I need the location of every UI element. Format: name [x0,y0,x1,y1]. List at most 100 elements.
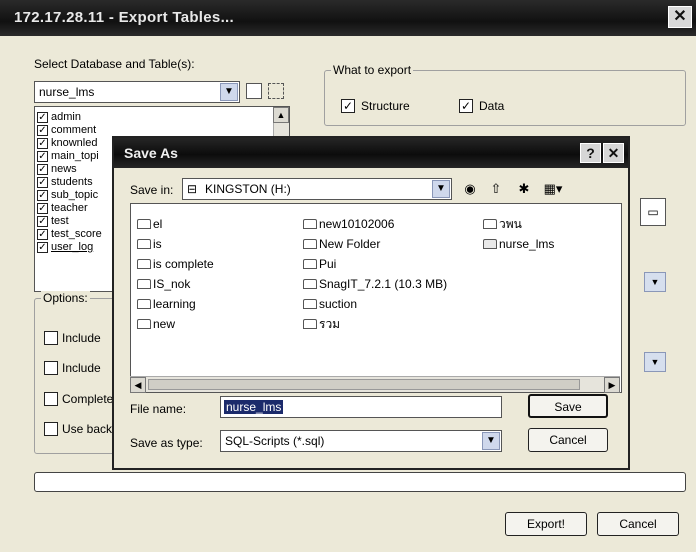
checkbox-checked-icon[interactable]: ✓ [37,215,48,227]
folder-icon [137,259,151,269]
list-item[interactable]: is complete [137,256,214,272]
checkbox-checked-icon[interactable]: ✓ [37,228,48,240]
option-label: Complete [62,392,114,406]
export-progress-bar [34,472,686,492]
cancel-button[interactable]: Cancel [597,512,679,536]
chevron-down-icon[interactable]: ▼ [220,83,238,101]
chevron-down-icon[interactable]: ▼ [432,180,450,198]
table-item[interactable]: ✓ user_log [37,241,93,254]
what-to-export-group: What to export ✓ Structure ✓ Data [324,63,686,126]
checkbox-checked-icon[interactable]: ✓ [37,241,48,253]
table-item[interactable]: ✓ sub_topic [37,189,98,202]
folder-icon [137,299,151,309]
table-item[interactable]: ✓ news [37,163,77,176]
browse-folder-icon[interactable]: ▭ [640,198,666,226]
checkbox-checked-icon[interactable]: ✓ [37,163,48,175]
save-as-dialog: Save As ? ✕ Save in: ⊟ KINGSTON (H:) ▼ ◉… [112,136,630,470]
option-checkbox[interactable] [44,392,58,406]
list-item[interactable]: New Folder [303,236,380,252]
save-button[interactable]: Save [528,394,608,418]
table-item[interactable]: ✓ comment [37,124,96,137]
table-item[interactable]: ✓ knownled [37,137,97,150]
option-checkbox[interactable] [44,422,58,436]
folder-icon [303,299,317,309]
list-item[interactable]: el [137,216,162,232]
save-in-select[interactable]: ⊟ KINGSTON (H:) ▼ [182,178,452,200]
file-name-label: File name: [130,402,187,416]
checkbox-checked-icon[interactable]: ✓ [37,176,48,188]
list-item[interactable]: รวม [303,316,340,332]
drive-icon: ⊟ [187,182,198,196]
view-menu-icon[interactable]: ▦▾ [538,179,568,199]
dialog-cancel-button[interactable]: Cancel [528,428,608,452]
list-item[interactable]: IS_nok [137,276,190,292]
window-close-button[interactable]: ✕ [668,6,692,28]
table-item[interactable]: ✓ teacher [37,202,88,215]
table-item[interactable]: ✓ students [37,176,93,189]
scroll-right-icon[interactable]: ▶ [604,377,620,393]
folder-icon [303,259,317,269]
folder-icon [303,239,317,249]
list-item[interactable]: new10102006 [303,216,394,232]
help-button[interactable]: ? [580,143,601,163]
folder-icon [483,219,497,229]
what-to-export-label: What to export [331,63,414,77]
list-item[interactable]: suction [303,296,357,312]
save-as-type-select[interactable]: SQL-Scripts (*.sql) ▼ [220,430,502,452]
deselect-all-icon[interactable] [268,83,284,99]
checkbox-checked-icon[interactable]: ✓ [37,150,48,162]
checkbox-checked-icon[interactable]: ✓ [37,189,48,201]
scroll-left-icon[interactable]: ◀ [130,377,146,393]
select-database-label: Select Database and Table(s): [34,57,195,71]
select-all-icon[interactable] [246,83,262,99]
list-item[interactable]: learning [137,296,196,312]
list-item[interactable]: nurse_lms [483,236,554,252]
back-icon[interactable]: ◉ [460,179,480,199]
option-checkbox[interactable] [44,361,58,375]
list-item[interactable]: SnagIT_7.2.1 (10.3 MB) [303,276,447,292]
save-as-type-value: SQL-Scripts (*.sql) [225,434,325,448]
list-item[interactable]: วพน [483,216,522,232]
list-item[interactable]: new [137,316,175,332]
table-item[interactable]: ✓ admin [37,111,81,124]
save-in-label: Save in: [130,183,174,197]
folder-icon [137,219,151,229]
save-as-title-bar[interactable]: Save As ? ✕ [114,138,628,168]
folder-icon [137,239,151,249]
data-checkbox[interactable]: ✓ [459,99,473,113]
export-button[interactable]: Export! [505,512,587,536]
dialog-close-button[interactable]: ✕ [603,143,624,163]
scrollbar-thumb[interactable] [148,379,580,390]
data-label: Data [479,99,505,113]
scroll-up-icon[interactable]: ▲ [273,107,289,123]
file-list-scrollbar[interactable]: ◀ ▶ [130,376,620,393]
save-as-type-label: Save as type: [130,436,203,450]
list-item[interactable]: is [137,236,162,252]
checkbox-checked-icon[interactable]: ✓ [37,202,48,214]
checkbox-checked-icon[interactable]: ✓ [37,124,48,136]
window-title: 172.17.28.11 - Export Tables... [14,9,234,26]
file-list[interactable]: el is is complete IS_nok learning new ne… [130,203,622,393]
table-item[interactable]: ✓ test [37,215,69,228]
checkbox-checked-icon[interactable]: ✓ [37,111,48,123]
window-title-bar[interactable]: 172.17.28.11 - Export Tables... ✕ [0,0,696,36]
folder-icon [303,319,317,329]
folder-icon [137,319,151,329]
up-folder-icon[interactable]: ⇧ [486,179,506,199]
structure-checkbox[interactable]: ✓ [341,99,355,113]
save-as-title: Save As [124,145,178,161]
checkbox-checked-icon[interactable]: ✓ [37,137,48,149]
chevron-down-icon[interactable]: ▼ [482,432,500,450]
database-select[interactable]: nurse_lms ▼ [34,81,240,103]
option-checkbox[interactable] [44,331,58,345]
list-item[interactable]: Pui [303,256,336,272]
file-name-input[interactable]: nurse_lms [220,396,502,418]
new-folder-icon[interactable]: ✱ [514,179,534,199]
options-label: Options: [41,291,90,305]
save-in-value: KINGSTON (H:) [205,182,291,196]
file-icon [483,239,497,249]
table-item[interactable]: ✓ test_score [37,228,102,241]
chevron-down-icon[interactable]: ▼ [644,272,666,292]
table-item[interactable]: ✓ main_topi [37,150,99,163]
chevron-down-icon[interactable]: ▼ [644,352,666,372]
